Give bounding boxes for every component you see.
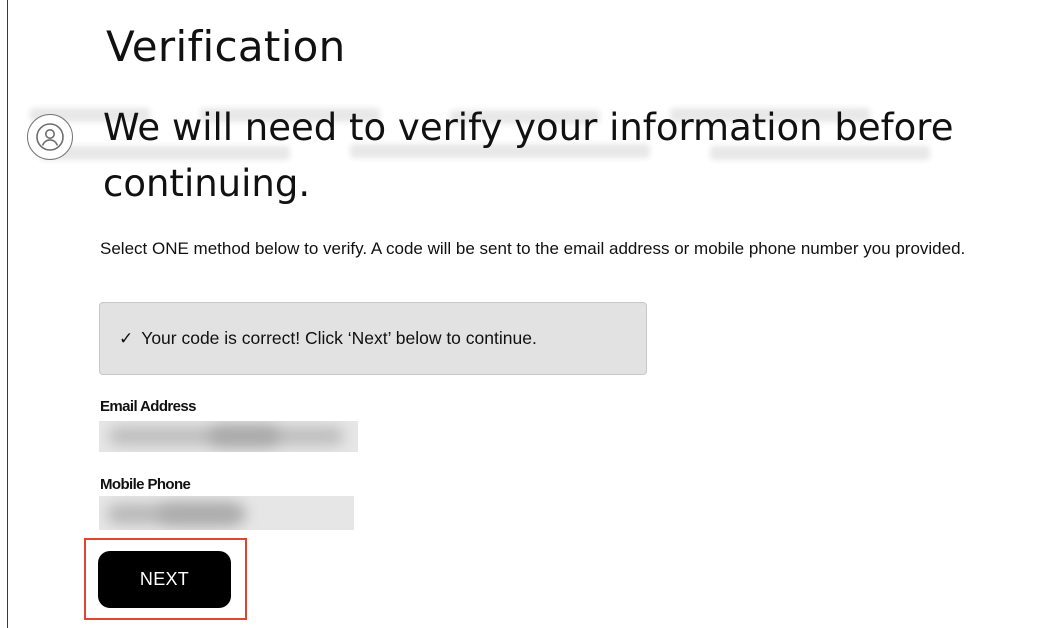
email-label: Email Address bbox=[100, 398, 196, 415]
email-value-redacted bbox=[99, 421, 358, 452]
success-message: Your code is correct! Click ‘Next’ below… bbox=[141, 328, 537, 348]
verification-instructions: Select ONE method below to verify. A cod… bbox=[100, 239, 966, 258]
mobile-phone-value-redacted bbox=[99, 496, 354, 530]
verification-heading: We will need to verify your information … bbox=[103, 106, 954, 205]
next-button[interactable]: NEXT bbox=[98, 551, 231, 608]
page-title: Verification bbox=[106, 22, 346, 71]
profile-circle-icon bbox=[27, 114, 73, 160]
mobile-phone-label: Mobile Phone bbox=[100, 476, 191, 493]
verification-page: Verification We will need to verify your… bbox=[0, 0, 1049, 628]
checkmark-icon: ✓ bbox=[119, 328, 134, 348]
success-alert: ✓ Your code is correct! Click ‘Next’ bel… bbox=[99, 302, 647, 375]
left-divider bbox=[7, 0, 8, 628]
